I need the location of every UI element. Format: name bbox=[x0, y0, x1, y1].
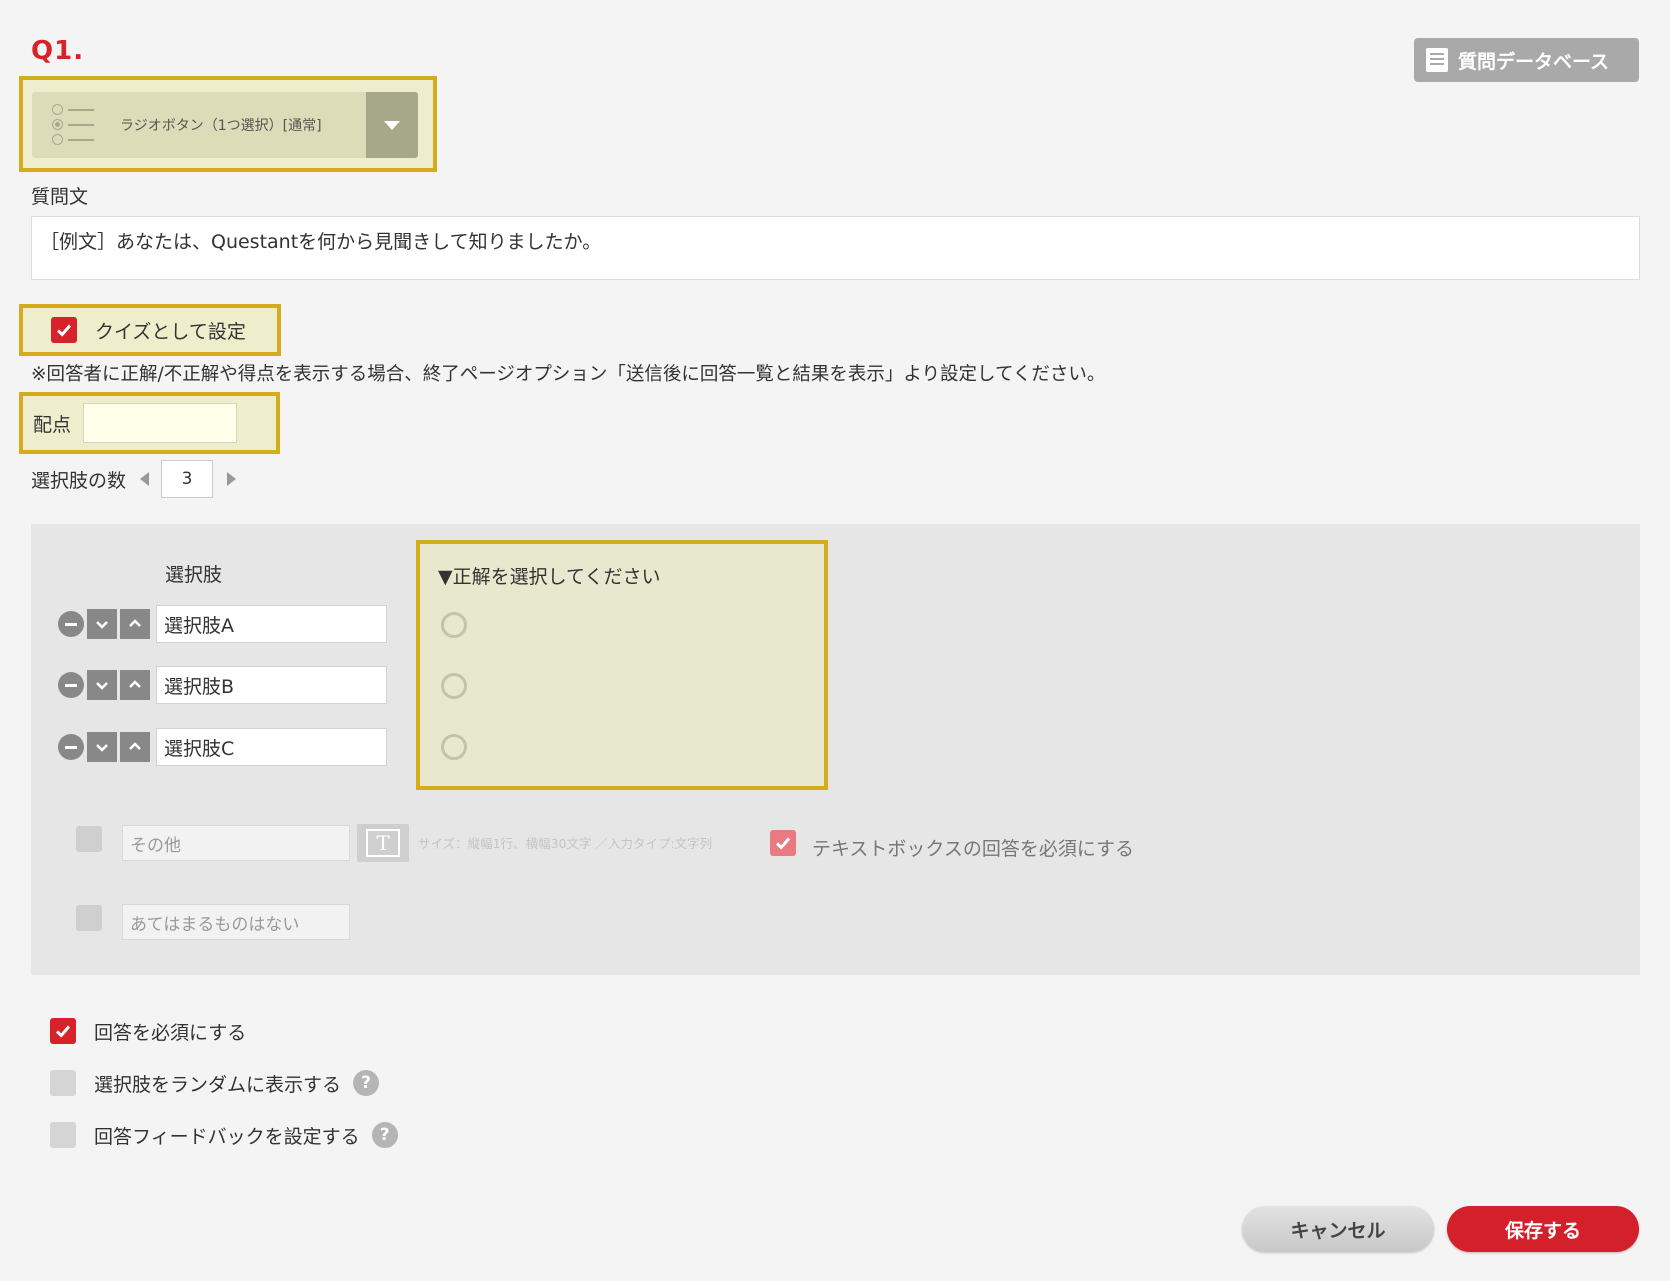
quiz-label: クイズとして設定 bbox=[95, 320, 246, 343]
list-icon bbox=[1426, 48, 1448, 72]
question-text-input[interactable]: ［例文］あなたは、Questantを何から見聞きして知りましたか。 bbox=[31, 216, 1640, 280]
require-textbox-label: テキストボックスの回答を必須にする bbox=[812, 838, 1135, 860]
randomize-label: 選択肢をランダムに表示する bbox=[94, 1073, 342, 1096]
help-icon[interactable]: ? bbox=[371, 1122, 398, 1148]
move-up-icon[interactable] bbox=[120, 670, 150, 700]
choice-row: 選択肢A bbox=[58, 605, 387, 643]
feedback-option: 回答フィードバックを設定する ? bbox=[50, 1120, 398, 1150]
correct-answer-title: ▼正解を選択してください bbox=[438, 566, 661, 588]
correct-answer-panel: ▼正解を選択してください bbox=[416, 540, 828, 790]
remove-choice-icon[interactable] bbox=[58, 611, 84, 637]
radio-list-icon bbox=[52, 102, 100, 148]
question-type-dropdown[interactable]: ラジオボタン（1つ選択）[通常] bbox=[32, 92, 418, 158]
randomize-option: 選択肢をランダムに表示する ? bbox=[50, 1068, 380, 1098]
question-database-button[interactable]: 質問データベース bbox=[1414, 38, 1639, 82]
size-hint: サイズ：縦幅1行、横幅30文字 ／入力タイプ:文字列 bbox=[418, 836, 713, 851]
randomize-checkbox[interactable] bbox=[50, 1070, 76, 1096]
feedback-checkbox[interactable] bbox=[50, 1122, 76, 1148]
text-settings-icon[interactable]: T bbox=[357, 824, 409, 862]
choice-row: 選択肢B bbox=[58, 666, 387, 704]
question-editor: Q1. 質問データベース ラジオボタン（1つ選択）[通常] 質問文 ［例文］あな… bbox=[0, 0, 1670, 1281]
correct-radio[interactable] bbox=[441, 612, 467, 638]
remove-choice-icon[interactable] bbox=[58, 734, 84, 760]
move-down-icon[interactable] bbox=[87, 609, 117, 639]
other-input[interactable]: その他 bbox=[122, 825, 350, 861]
choice-input[interactable]: 選択肢A bbox=[156, 605, 387, 643]
question-text-label: 質問文 bbox=[31, 186, 89, 208]
question-database-label: 質問データベース bbox=[1458, 50, 1610, 73]
increment-arrow-icon[interactable] bbox=[227, 472, 237, 486]
points-input[interactable] bbox=[83, 403, 238, 443]
points-label: 配点 bbox=[33, 413, 72, 436]
required-checkbox[interactable] bbox=[50, 1018, 76, 1044]
move-down-icon[interactable] bbox=[87, 670, 117, 700]
move-up-icon[interactable] bbox=[120, 609, 150, 639]
choice-count-row: 選択肢の数 3 bbox=[31, 458, 237, 500]
points-highlight: 配点 bbox=[19, 392, 280, 454]
remove-choice-icon[interactable] bbox=[58, 672, 84, 698]
choice-count-value[interactable]: 3 bbox=[161, 460, 214, 498]
other-checkbox[interactable] bbox=[76, 826, 102, 852]
move-up-icon[interactable] bbox=[120, 732, 150, 762]
question-type-selected: ラジオボタン（1つ選択）[通常] bbox=[120, 118, 322, 134]
check-icon bbox=[56, 324, 72, 337]
required-label: 回答を必須にする bbox=[94, 1021, 247, 1044]
choice-row: 選択肢C bbox=[58, 728, 387, 766]
choice-input[interactable]: 選択肢C bbox=[156, 728, 387, 766]
quiz-setting-highlight: クイズとして設定 bbox=[19, 304, 281, 356]
question-number: Q1. bbox=[31, 36, 85, 66]
none-input[interactable]: あてはまるものはない bbox=[122, 904, 350, 940]
move-down-icon[interactable] bbox=[87, 732, 117, 762]
help-icon[interactable]: ? bbox=[353, 1070, 380, 1096]
check-icon bbox=[55, 1025, 71, 1038]
decrement-arrow-icon[interactable] bbox=[140, 472, 150, 486]
require-textbox-checkbox[interactable] bbox=[770, 830, 796, 856]
chevron-down-icon[interactable] bbox=[366, 92, 418, 158]
question-type-highlight: ラジオボタン（1つ選択）[通常] bbox=[19, 76, 437, 172]
save-button[interactable]: 保存する bbox=[1447, 1206, 1639, 1252]
required-option: 回答を必須にする bbox=[50, 1016, 246, 1046]
none-checkbox[interactable] bbox=[76, 905, 102, 931]
correct-radio[interactable] bbox=[441, 673, 467, 699]
check-icon bbox=[775, 837, 791, 850]
quiz-checkbox[interactable] bbox=[51, 317, 77, 343]
cancel-button[interactable]: キャンセル bbox=[1242, 1206, 1434, 1252]
correct-radio[interactable] bbox=[441, 734, 467, 760]
choice-count-label: 選択肢の数 bbox=[31, 469, 127, 492]
choice-input[interactable]: 選択肢B bbox=[156, 666, 387, 704]
choices-header: 選択肢 bbox=[165, 564, 223, 586]
feedback-label: 回答フィードバックを設定する bbox=[94, 1125, 360, 1148]
quiz-note: ※回答者に正解/不正解や得点を表示する場合、終了ページオプション「送信後に回答一… bbox=[31, 364, 1106, 385]
